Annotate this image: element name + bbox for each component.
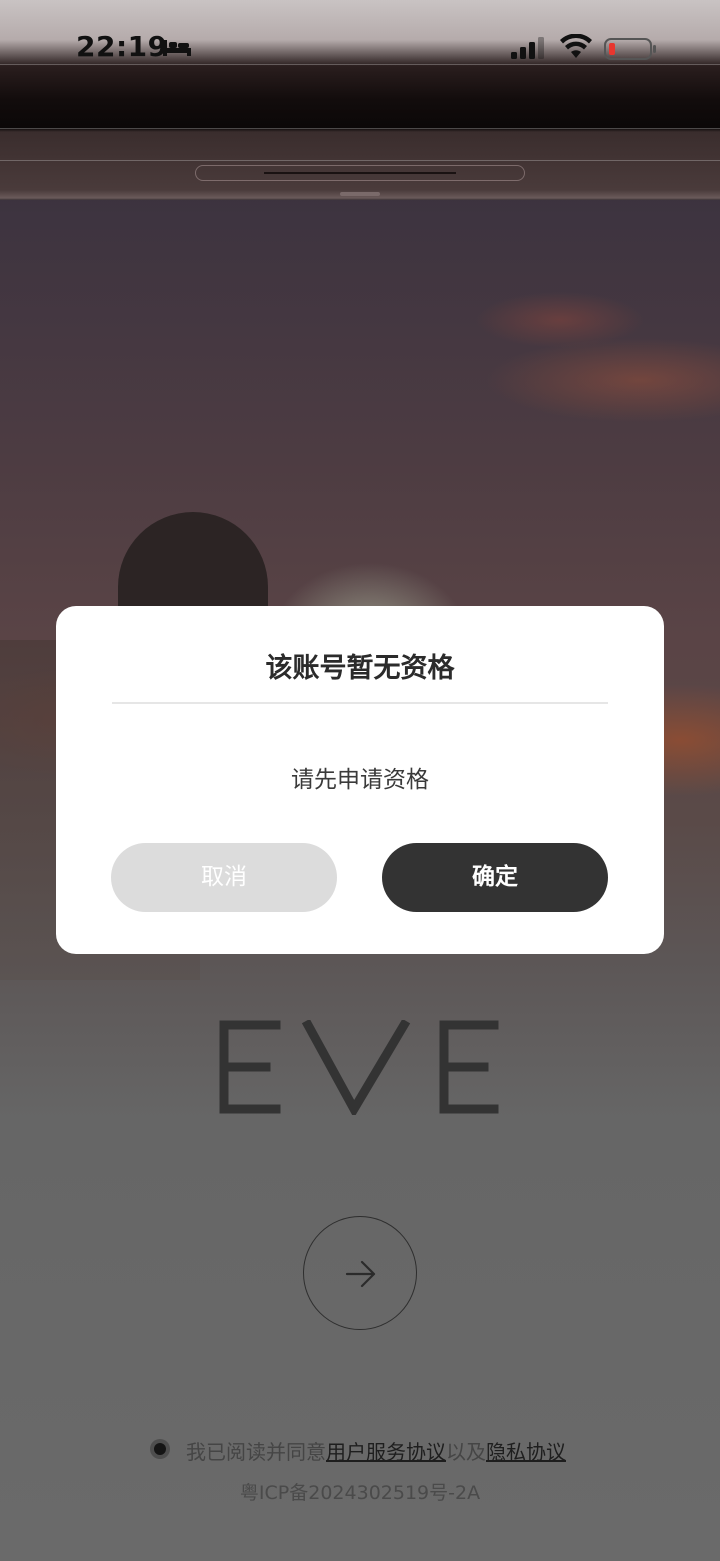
confirm-button[interactable]: 确定 xyxy=(382,843,608,912)
dialog-title: 该账号暂无资格 xyxy=(265,653,455,684)
wifi-icon xyxy=(560,34,592,58)
agreement-text: 我已阅读并同意用户服务协议以及隐私协议 xyxy=(186,1436,566,1465)
bed-icon xyxy=(163,40,191,56)
agreement-row: 我已阅读并同意用户服务协议以及隐私协议 xyxy=(150,1434,610,1464)
frame-nub xyxy=(340,192,380,196)
cancel-button[interactable]: 取消 xyxy=(111,843,337,912)
icp-record: 粤ICP备2024302519号-2A xyxy=(239,1482,481,1504)
user-service-agreement-link[interactable]: 用户服务协议 xyxy=(326,1440,446,1464)
dialog-divider xyxy=(112,702,608,704)
signal-icon xyxy=(511,37,544,59)
battery-low-icon xyxy=(604,38,656,60)
privacy-agreement-link[interactable]: 隐私协议 xyxy=(486,1440,566,1464)
status-time: 22:19 xyxy=(76,30,168,63)
agreement-checkbox[interactable] xyxy=(150,1439,170,1459)
dialog-message: 请先申请资格 xyxy=(291,767,429,793)
eligibility-dialog: 该账号暂无资格 请先申请资格 取消 确定 xyxy=(56,606,664,954)
eve-logo xyxy=(219,1020,499,1115)
enter-arrow-button[interactable] xyxy=(303,1216,417,1330)
agreement-prefix: 我已阅读并同意 xyxy=(186,1440,326,1464)
arrow-right-icon xyxy=(345,1260,376,1288)
frame-slot xyxy=(195,165,525,181)
agreement-connector: 以及 xyxy=(446,1440,486,1464)
